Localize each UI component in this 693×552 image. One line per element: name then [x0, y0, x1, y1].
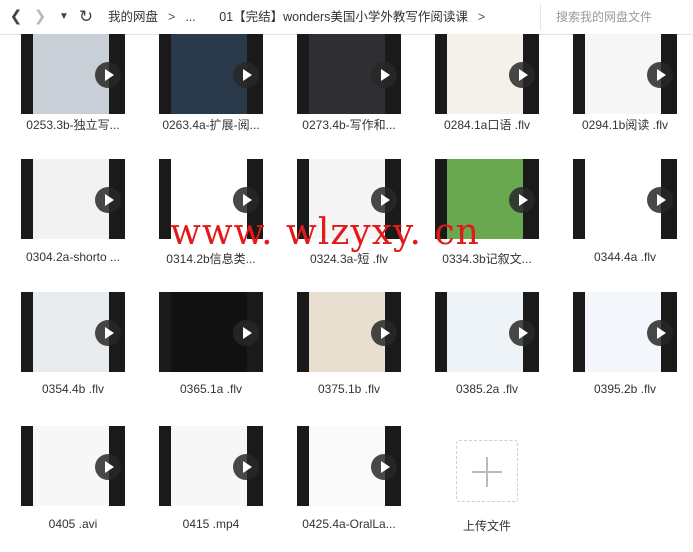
file-name[interactable]: 0375.1b .flv: [290, 382, 408, 396]
video-thumbnail[interactable]: [21, 292, 125, 372]
video-thumbnail[interactable]: [297, 426, 401, 506]
breadcrumb-separator-3: >: [477, 10, 486, 24]
file-name[interactable]: 0385.2a .flv: [428, 382, 546, 396]
video-thumbnail[interactable]: [435, 34, 539, 114]
play-icon[interactable]: [233, 454, 259, 480]
file-name[interactable]: 0284.1a口语 .flv: [428, 116, 546, 133]
breadcrumb-current[interactable]: 01【完结】wonders美国小学外教写作阅读课: [219, 0, 468, 34]
file-name[interactable]: 0415 .mp4: [152, 517, 270, 531]
file-name[interactable]: 0365.1a .flv: [152, 382, 270, 396]
upload-label: 上传文件: [462, 519, 511, 533]
file-name[interactable]: 0253.3b-独立写...: [14, 116, 132, 133]
play-icon[interactable]: [647, 320, 673, 346]
video-thumbnail[interactable]: [21, 426, 125, 506]
play-icon[interactable]: [233, 187, 259, 213]
video-thumbnail[interactable]: [573, 34, 677, 114]
search-input[interactable]: 搜索我的网盘文件: [540, 4, 688, 30]
play-icon[interactable]: [647, 62, 673, 88]
toolbar: ❮ ❯ ▼ ↻ 我的网盘 >... 01【完结】wonders美国小学外教写作阅读…: [0, 0, 693, 35]
play-icon[interactable]: [95, 454, 121, 480]
file-name[interactable]: 0304.2a-shorto ...: [14, 250, 132, 264]
breadcrumb-ellipsis[interactable]: ...: [185, 0, 195, 34]
play-icon[interactable]: [95, 187, 121, 213]
video-thumbnail[interactable]: [159, 292, 263, 372]
video-thumbnail[interactable]: [297, 292, 401, 372]
play-icon[interactable]: [233, 62, 259, 88]
play-icon[interactable]: [509, 187, 535, 213]
play-icon[interactable]: [371, 320, 397, 346]
play-icon[interactable]: [95, 62, 121, 88]
play-icon[interactable]: [233, 320, 259, 346]
breadcrumb-root[interactable]: 我的网盘: [108, 0, 158, 34]
video-thumbnail[interactable]: [435, 292, 539, 372]
play-icon[interactable]: [95, 320, 121, 346]
play-icon[interactable]: [509, 62, 535, 88]
file-name[interactable]: 0344.4a .flv: [566, 250, 684, 264]
file-name[interactable]: 0354.4b .flv: [14, 382, 132, 396]
file-name[interactable]: 0273.4b-写作和...: [290, 116, 408, 133]
play-icon[interactable]: [371, 454, 397, 480]
video-thumbnail[interactable]: [573, 159, 677, 239]
file-name[interactable]: 0294.1b阅读 .flv: [566, 116, 684, 133]
play-icon[interactable]: [371, 187, 397, 213]
breadcrumb-separator-1: >: [168, 10, 176, 24]
file-name[interactable]: 0263.4a-扩展-阅...: [152, 116, 270, 133]
caret-down-icon[interactable]: ▼: [54, 7, 74, 27]
breadcrumb: 我的网盘 >... 01【完结】wonders美国小学外教写作阅读课 >: [108, 0, 495, 34]
file-name[interactable]: 0395.2b .flv: [566, 382, 684, 396]
video-thumbnail[interactable]: [297, 34, 401, 114]
upload-button[interactable]: [456, 440, 518, 502]
play-icon[interactable]: [371, 62, 397, 88]
play-icon[interactable]: [647, 187, 673, 213]
play-icon[interactable]: [509, 320, 535, 346]
file-name[interactable]: 0425.4a-OralLa...: [290, 517, 408, 531]
video-thumbnail[interactable]: [21, 159, 125, 239]
breadcrumb-separator-2: [206, 0, 209, 34]
video-thumbnail[interactable]: [159, 34, 263, 114]
file-grid: 0253.3b-独立写... 0263.4a-扩展-阅... 0273.4b-写作和…: [0, 34, 693, 552]
chevron-right-icon[interactable]: ❯: [30, 7, 50, 27]
video-thumbnail[interactable]: [159, 426, 263, 506]
chevron-left-icon[interactable]: ❮: [6, 7, 26, 27]
video-thumbnail[interactable]: [21, 34, 125, 114]
watermark: www. wlzyxy. cn: [170, 212, 480, 253]
refresh-icon[interactable]: ↻: [76, 7, 96, 27]
file-name[interactable]: 0405 .avi: [14, 517, 132, 531]
video-thumbnail[interactable]: [573, 292, 677, 372]
